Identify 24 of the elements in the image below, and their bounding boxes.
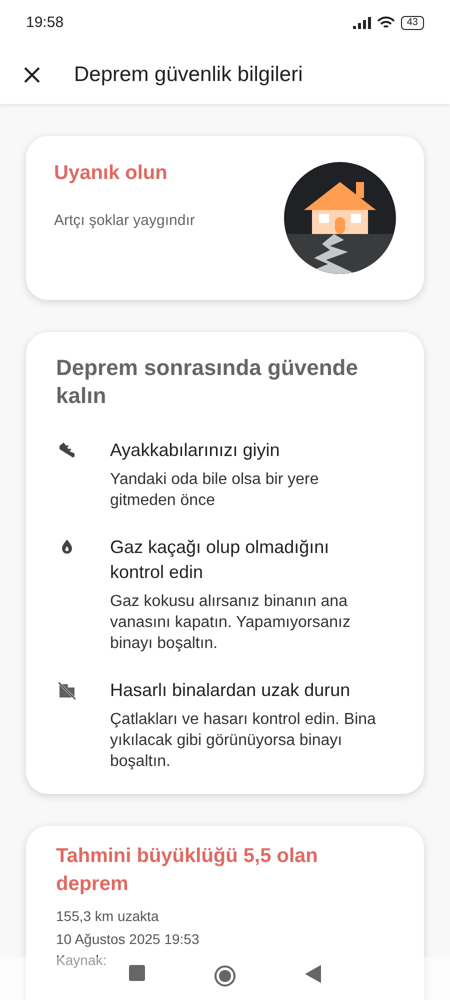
card-heading: Deprem sonrasında güvende kalın bbox=[56, 354, 359, 410]
tip-description: Çatlakları ve hasarı kontrol edin. Bina yıkılacak gibi görünüyorsa binayı boşaltın. bbox=[110, 710, 377, 772]
back-icon[interactable] bbox=[304, 965, 321, 983]
battery-indicator: 43 bbox=[400, 16, 424, 30]
signal-icon bbox=[352, 17, 371, 29]
earthquake-title: Tahmini büyüklüğü 5,5 olan deprem bbox=[56, 844, 319, 897]
shoe-icon bbox=[57, 440, 77, 460]
alert-subtitle: Artçı şoklar yaygındır bbox=[54, 211, 195, 231]
close-icon bbox=[23, 66, 41, 84]
recents-icon[interactable] bbox=[129, 965, 146, 981]
tip-title: Ayakkabılarınızı giyin bbox=[110, 439, 281, 462]
date-text: 10 Ağustos 2025 19:53 bbox=[56, 930, 200, 949]
distance-text: 155,3 km uzakta bbox=[56, 907, 159, 926]
wifi-icon bbox=[376, 16, 395, 30]
tip-description: Gaz kokusu alırsanız binanın ana vanasını kapatın. Yapamıyorsanız binayı boşaltın. bbox=[110, 592, 352, 654]
source-label: Kaynak: bbox=[56, 951, 107, 970]
tip-title: Gaz kaçağı olup olmadığını kontrol edin bbox=[110, 536, 330, 584]
tip-description: Yandaki oda bile olsa bir yere gitmeden önce bbox=[110, 470, 320, 511]
alert-title: Uyanık olun bbox=[54, 161, 168, 186]
home-icon[interactable] bbox=[214, 965, 236, 987]
close-button[interactable] bbox=[22, 65, 42, 85]
tip-title: Hasarlı binalardan uzak durun bbox=[110, 679, 352, 702]
page-title: Deprem güvenlik bilgileri bbox=[74, 62, 303, 88]
clock-time: 19:58 bbox=[26, 12, 64, 33]
